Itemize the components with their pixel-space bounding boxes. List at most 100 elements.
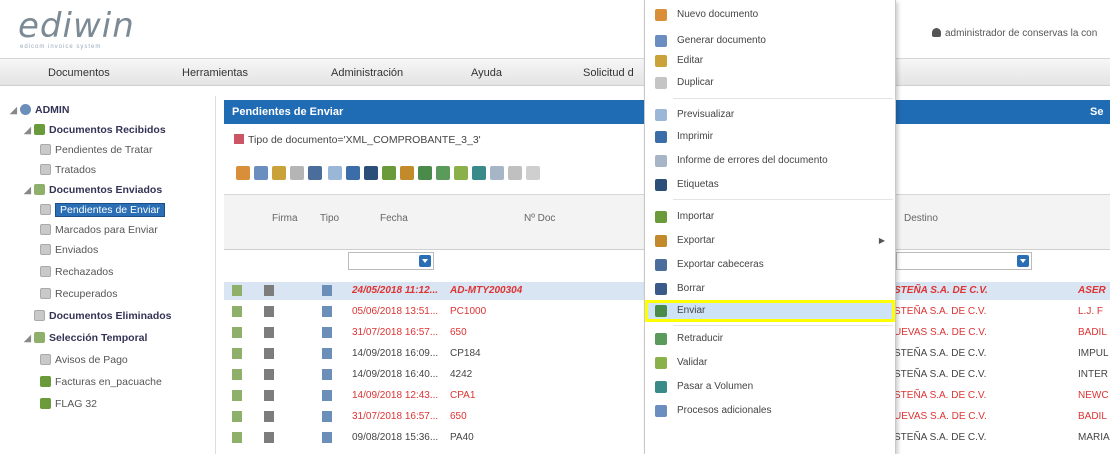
new-document-icon[interactable]: [236, 166, 250, 180]
cell-extra: BADIL: [1078, 327, 1107, 338]
print-icon[interactable]: [346, 166, 360, 180]
submenu-arrow-icon: ▶: [878, 236, 885, 245]
col-num-doc[interactable]: Nº Doc: [524, 213, 555, 224]
preview-icon[interactable]: [328, 166, 342, 180]
ctx-enviar[interactable]: Enviar: [645, 300, 895, 322]
collapse-icon[interactable]: ◢: [24, 328, 34, 348]
tree-item-rechazados[interactable]: Rechazados: [40, 262, 113, 282]
document-icon: [232, 285, 242, 296]
edit-icon[interactable]: [272, 166, 286, 180]
import-icon[interactable]: [382, 166, 396, 180]
more-icon[interactable]: [526, 166, 540, 180]
tree-item-documentos-eliminados[interactable]: Documentos Eliminados: [24, 306, 172, 326]
validate-icon: [655, 357, 667, 369]
volume-icon: [655, 381, 667, 393]
ctx-exportar[interactable]: Exportar ▶: [645, 230, 895, 252]
cell-extra: NEWC: [1078, 390, 1109, 401]
tree-item-facturas[interactable]: Facturas en_pacuache: [40, 372, 162, 392]
tree-item-flag-32[interactable]: FLAG 32: [40, 394, 97, 414]
document-icon: [232, 327, 242, 338]
menubar: Documentos Herramientas Administración A…: [0, 58, 1110, 86]
ctx-pasar-volumen[interactable]: Pasar a Volumen: [645, 376, 895, 398]
col-fecha[interactable]: Fecha: [380, 213, 408, 224]
signature-icon: [264, 306, 274, 317]
cell-extra: INTER: [1078, 369, 1108, 380]
type-icon: [322, 411, 332, 422]
process-icon[interactable]: [490, 166, 504, 180]
col-tipo[interactable]: Tipo: [320, 213, 339, 224]
ctx-borrar[interactable]: Borrar: [645, 278, 895, 300]
ctx-validar[interactable]: Validar: [645, 352, 895, 374]
ctx-importar[interactable]: Importar: [645, 206, 895, 228]
cell-destino: STEÑA S.A. DE C.V.: [894, 306, 987, 317]
menu-solicitud[interactable]: Solicitud d: [583, 67, 634, 79]
signature-icon: [264, 390, 274, 401]
cell-fecha: 24/05/2018 11:12...: [352, 285, 438, 296]
cell-destino: STEÑA S.A. DE C.V.: [894, 432, 987, 443]
menu-documentos[interactable]: Documentos: [48, 67, 110, 79]
ctx-procesos-adicionales[interactable]: Procesos adicionales: [645, 400, 895, 422]
ctx-previsualizar[interactable]: Previsualizar: [645, 104, 895, 126]
collapse-icon[interactable]: ◢: [24, 120, 34, 140]
signature-icon: [264, 432, 274, 443]
dropdown-icon[interactable]: [419, 255, 431, 267]
collapse-icon[interactable]: ◢: [10, 100, 20, 120]
export-icon[interactable]: [400, 166, 414, 180]
ctx-etiquetas[interactable]: Etiquetas: [645, 174, 895, 196]
trash-icon: [34, 310, 45, 321]
print-icon: [655, 131, 667, 143]
tree-item-pendientes-tratar[interactable]: Pendientes de Tratar: [40, 140, 152, 160]
type-icon: [322, 285, 332, 296]
col-destino[interactable]: Destino: [904, 213, 938, 224]
signature-icon: [264, 411, 274, 422]
validate-icon[interactable]: [454, 166, 468, 180]
document-icon: [232, 432, 242, 443]
generate-icon[interactable]: [254, 166, 268, 180]
folder-icon: [34, 124, 45, 135]
tree-item-enviados[interactable]: Enviados: [40, 240, 98, 260]
tree-item-pendientes-enviar[interactable]: Pendientes de Enviar: [40, 200, 165, 220]
menu-ayuda[interactable]: Ayuda: [471, 67, 502, 79]
duplicate-icon[interactable]: [290, 166, 304, 180]
send-icon: [655, 305, 667, 317]
cell-fecha: 05/06/2018 13:51...: [352, 306, 439, 317]
volume-icon[interactable]: [472, 166, 486, 180]
tree-item-tratados[interactable]: Tratados: [40, 160, 96, 180]
dropdown-icon[interactable]: [1017, 255, 1029, 267]
user-info[interactable]: administrador de conservas la con: [932, 28, 1097, 39]
ctx-imprimir[interactable]: Imprimir: [645, 126, 895, 148]
tree-item-documentos-enviados[interactable]: ◢ Documentos Enviados: [24, 180, 162, 200]
ctx-nuevo-documento[interactable]: Nuevo documento: [645, 4, 895, 26]
cell-destino: STEÑA S.A. DE C.V.: [894, 369, 987, 380]
tree-item-recuperados[interactable]: Recuperados: [40, 284, 117, 304]
send-icon[interactable]: [418, 166, 432, 180]
folder-icon: [34, 332, 45, 343]
ctx-retraducir[interactable]: Retraducir: [645, 328, 895, 350]
destino-filter-select[interactable]: [896, 252, 1032, 270]
type-icon: [322, 306, 332, 317]
ctx-informe-errores[interactable]: Informe de errores del documento: [645, 150, 895, 172]
app-header: ediwin edicom invoice system administrad…: [0, 0, 1110, 58]
menu-herramientas[interactable]: Herramientas: [182, 67, 248, 79]
tree-item-seleccion-temporal[interactable]: ◢ Selección Temporal: [24, 328, 147, 348]
tree-item-marcados-enviar[interactable]: Marcados para Enviar: [40, 220, 158, 240]
type-icon: [322, 432, 332, 443]
ctx-editar[interactable]: Editar: [645, 50, 895, 72]
report-icon[interactable]: [364, 166, 378, 180]
tree-root-admin[interactable]: ◢ ADMIN: [10, 100, 69, 120]
tree-item-avisos-pago[interactable]: Avisos de Pago: [40, 350, 128, 370]
shield-icon[interactable]: [308, 166, 322, 180]
generate-icon: [655, 35, 667, 47]
more-icon[interactable]: [508, 166, 522, 180]
collapse-icon[interactable]: ◢: [24, 180, 34, 200]
col-firma[interactable]: Firma: [272, 213, 298, 224]
ctx-duplicar[interactable]: Duplicar: [645, 72, 895, 94]
ctx-exportar-cabeceras[interactable]: Exportar cabeceras: [645, 254, 895, 276]
retranslate-icon: [655, 333, 667, 345]
cell-fecha: 14/09/2018 16:09...: [352, 348, 439, 359]
retranslate-icon[interactable]: [436, 166, 450, 180]
ctx-generar-documento[interactable]: Generar documento: [645, 30, 895, 52]
tree-item-documentos-recibidos[interactable]: ◢ Documentos Recibidos: [24, 120, 166, 140]
fecha-filter-select[interactable]: [348, 252, 434, 270]
menu-administracion[interactable]: Administración: [331, 67, 403, 79]
